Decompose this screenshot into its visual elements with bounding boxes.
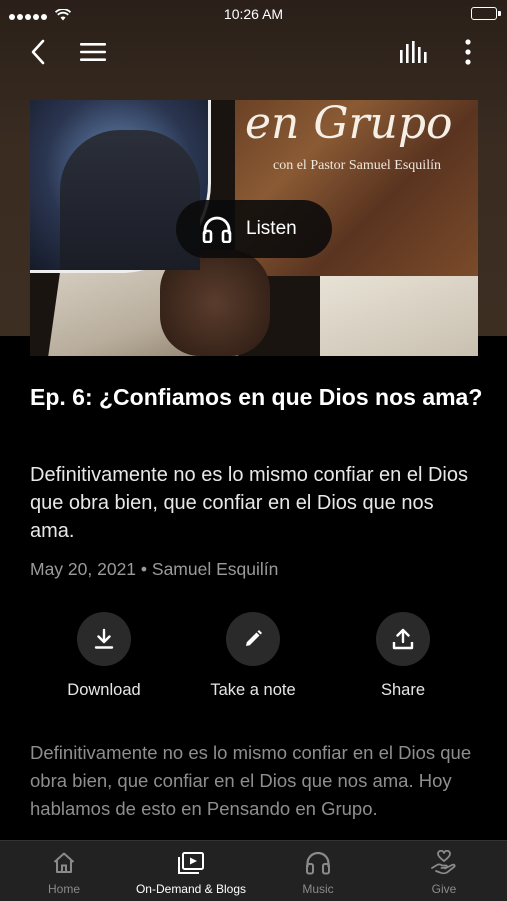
share-icon bbox=[392, 628, 414, 650]
video-library-icon bbox=[178, 852, 204, 874]
take-note-label: Take a note bbox=[210, 681, 296, 699]
status-time: 10:26 AM bbox=[223, 6, 284, 22]
tab-bar: Home On-Demand & Blogs Music Give bbox=[0, 840, 507, 901]
share-label: Share bbox=[380, 681, 426, 699]
download-button[interactable]: Download bbox=[44, 612, 164, 700]
episode-description: Definitivamente no es lo mismo confiar e… bbox=[30, 742, 472, 819]
home-icon bbox=[53, 852, 75, 873]
artwork-title: en Grupo bbox=[245, 100, 453, 149]
download-icon bbox=[94, 628, 114, 649]
episode-meta: May 20, 2021 • Samuel Esquilín bbox=[30, 559, 279, 579]
listen-button[interactable]: Listen bbox=[176, 200, 332, 258]
giving-hand-icon bbox=[431, 850, 456, 875]
more-options-button[interactable] bbox=[452, 36, 484, 68]
take-note-circle bbox=[226, 612, 280, 666]
take-note-button[interactable]: Take a note bbox=[193, 612, 313, 700]
headphones-icon bbox=[306, 851, 330, 875]
menu-button[interactable] bbox=[77, 36, 109, 68]
status-bar: 10:26 AM bbox=[0, 0, 507, 28]
back-button[interactable] bbox=[22, 36, 54, 68]
tab-music[interactable]: Music bbox=[278, 841, 358, 901]
artwork-speaker bbox=[60, 130, 200, 270]
tab-give-label: Give bbox=[431, 882, 457, 896]
vertical-dots-icon bbox=[465, 39, 471, 65]
share-circle bbox=[376, 612, 430, 666]
audio-player-button[interactable] bbox=[398, 36, 430, 68]
tab-home[interactable]: Home bbox=[24, 841, 104, 901]
listen-label: Listen bbox=[246, 218, 297, 239]
share-button[interactable]: Share bbox=[343, 612, 463, 700]
artwork-bible-right bbox=[320, 276, 478, 356]
chevron-left-icon bbox=[31, 39, 45, 65]
tab-home-label: Home bbox=[47, 882, 80, 896]
audio-bars-icon bbox=[400, 41, 427, 63]
tab-on-demand-blogs[interactable]: On-Demand & Blogs bbox=[121, 841, 261, 901]
tab-give[interactable]: Give bbox=[404, 841, 484, 901]
battery-icon bbox=[471, 7, 501, 20]
hamburger-menu-icon bbox=[80, 43, 106, 61]
pencil-icon bbox=[246, 630, 262, 646]
episode-title: Ep. 6: ¿Confiamos en que Dios nos ama? bbox=[30, 384, 483, 410]
headphones-icon bbox=[202, 216, 232, 243]
download-circle bbox=[77, 612, 131, 666]
artwork-subtitle: con el Pastor Samuel Esquilín bbox=[273, 158, 441, 173]
episode-actions: Download Take a note Share bbox=[0, 612, 507, 702]
tab-music-label: Music bbox=[302, 882, 334, 896]
navigation-bar bbox=[0, 30, 507, 74]
tab-on-demand-label: On-Demand & Blogs bbox=[135, 882, 247, 896]
download-label: Download bbox=[67, 681, 141, 699]
episode-summary: Definitivamente no es lo mismo confiar e… bbox=[30, 464, 468, 542]
